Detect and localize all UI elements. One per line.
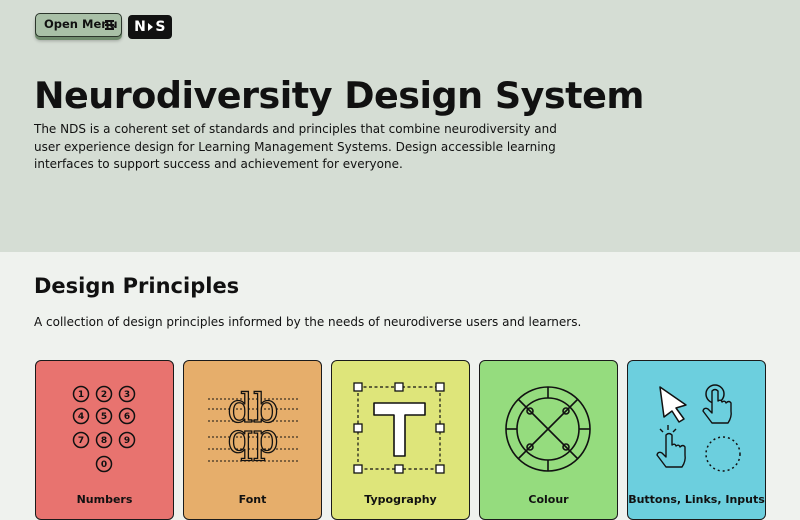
- svg-text:8: 8: [101, 436, 107, 446]
- hero-section: Open Menu NS Neurodiversity Design Syste…: [0, 0, 800, 252]
- svg-text:5: 5: [101, 412, 107, 422]
- card-numbers[interactable]: 123 456 789 0 Numbers: [35, 360, 174, 520]
- intro-text: The NDS is a coherent set of standards a…: [34, 122, 557, 171]
- svg-text:6: 6: [124, 412, 130, 422]
- colour-icon: [505, 386, 591, 472]
- font-icon: db qp: [208, 385, 298, 463]
- svg-text:9: 9: [124, 436, 130, 446]
- nds-logo[interactable]: NS: [128, 15, 172, 39]
- buttons-links-inputs-icon: [656, 384, 741, 472]
- typography-icon: [353, 382, 445, 474]
- svg-text:2: 2: [101, 390, 107, 400]
- card-typography[interactable]: Typography: [331, 360, 470, 520]
- section-heading: Design Principles: [34, 274, 240, 298]
- svg-text:4: 4: [78, 412, 84, 422]
- svg-text:7: 7: [78, 436, 84, 446]
- card-font[interactable]: db qp Font: [183, 360, 322, 520]
- svg-text:qp: qp: [227, 416, 278, 462]
- card-buttons-links-inputs[interactable]: Buttons, Links, Inputs: [627, 360, 766, 520]
- svg-text:3: 3: [124, 390, 130, 400]
- svg-text:0: 0: [101, 460, 107, 470]
- page-title: Neurodiversity Design System: [34, 74, 644, 117]
- section-description: A collection of design principles inform…: [34, 315, 582, 329]
- hamburger-icon: [105, 20, 114, 32]
- card-colour[interactable]: Colour: [479, 360, 618, 520]
- numbers-icon: 1 2 3 4 5 6 7 8 9 0: [72, 385, 136, 473]
- open-menu-button[interactable]: Open Menu: [35, 13, 122, 37]
- svg-text:1: 1: [78, 390, 84, 400]
